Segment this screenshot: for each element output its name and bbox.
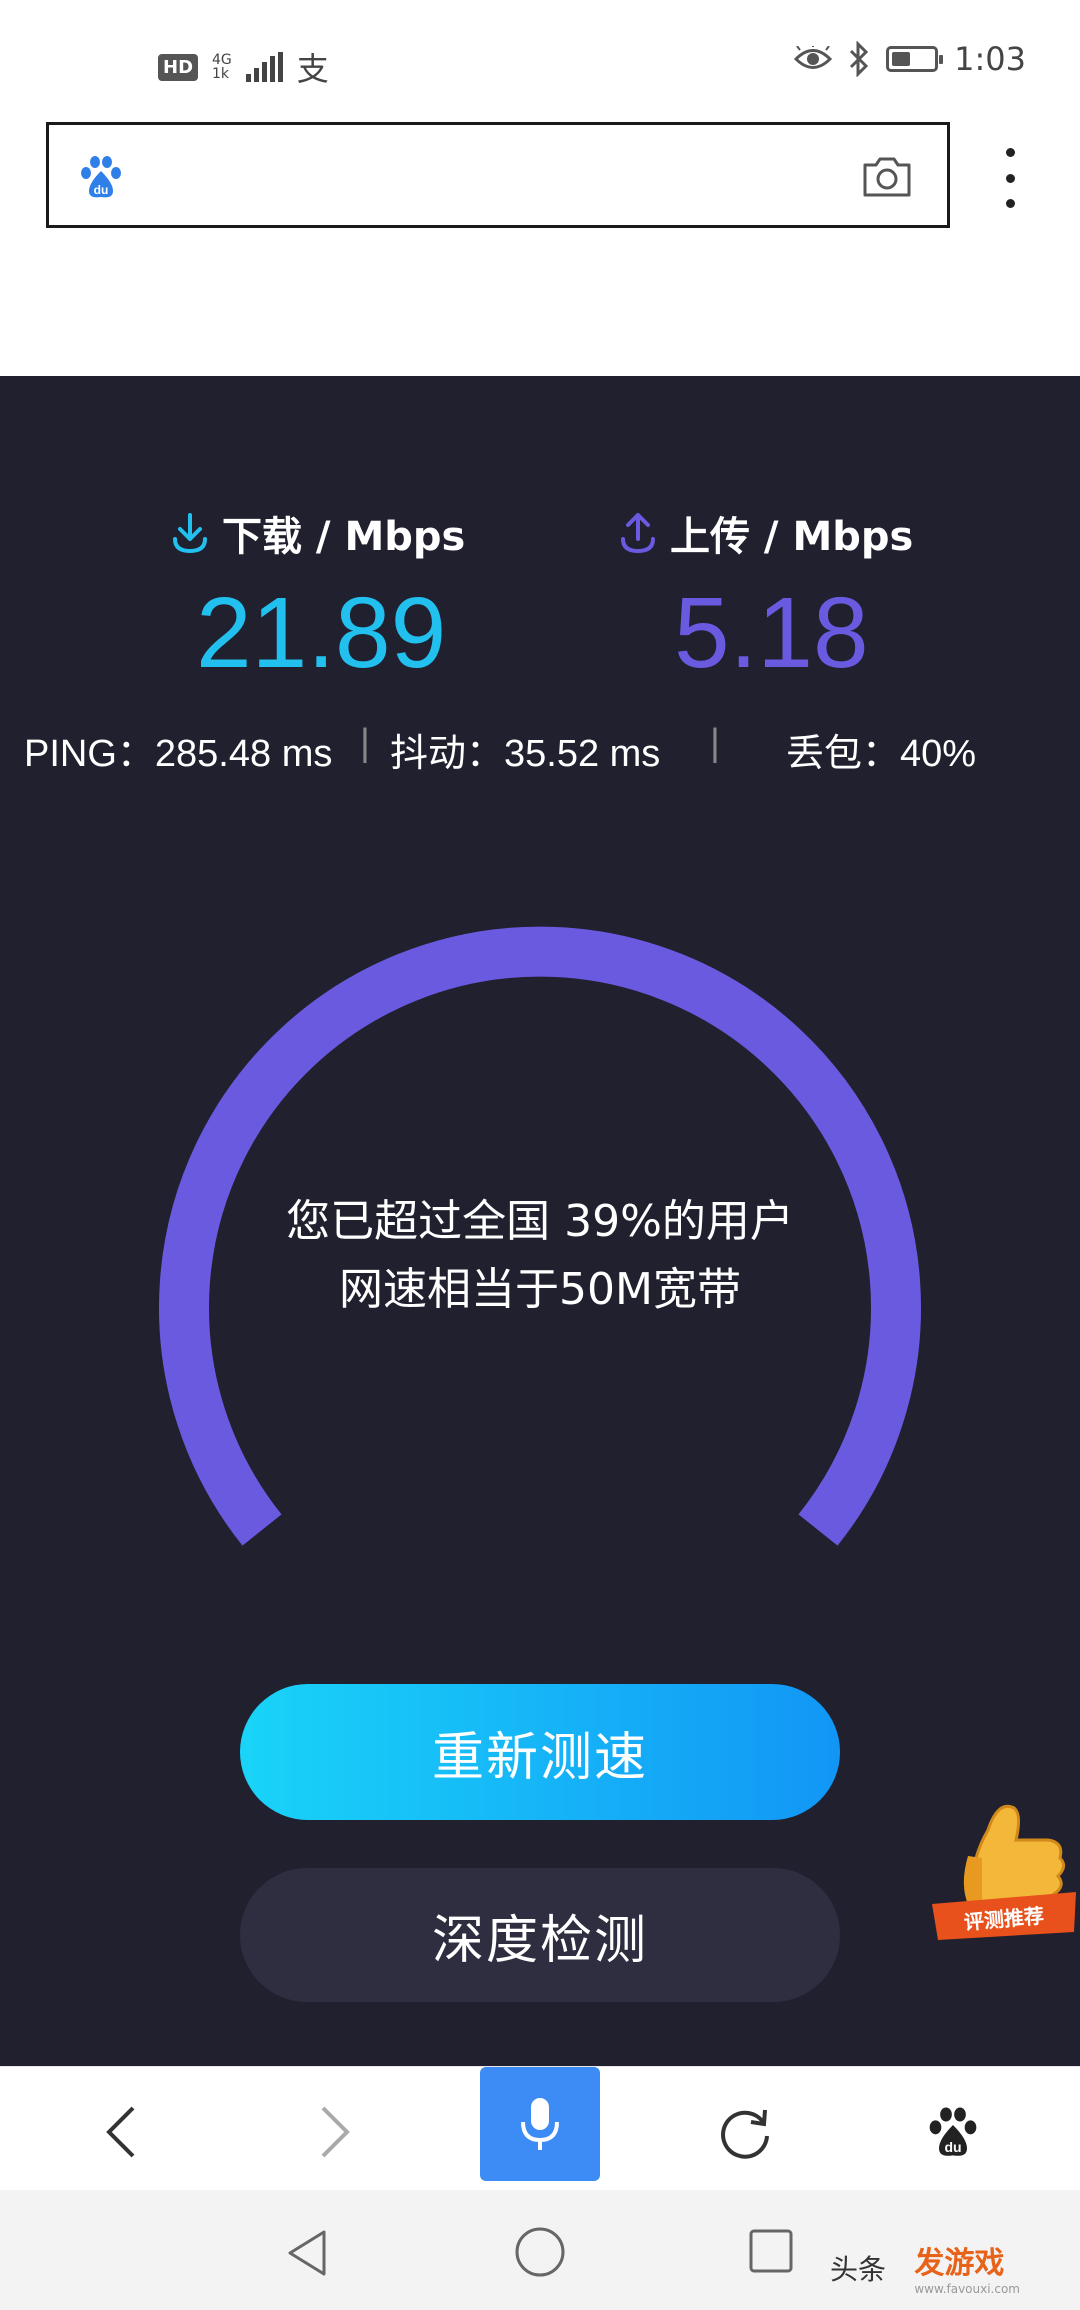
camera-icon[interactable] [861,153,913,201]
browser-toolbar: du [0,2066,1080,2191]
download-icon [173,513,207,554]
baidu-logo-text: du [94,183,109,197]
status-bar: HD 4G 1k 支 1:03 [0,0,1080,120]
network-type: 4G 1k [212,53,232,81]
clock: 1:03 [954,40,1026,78]
alipay-icon: 支 [296,50,329,88]
speed-test-panel: 下载 / Mbps 上传 / Mbps 21.89 5.18 PING：285.… [0,376,1080,2066]
status-right: 1:03 [794,40,1026,78]
battery-icon [886,46,944,72]
bluetooth-icon [850,41,869,77]
result-line-2: 网速相当于50M宽带 [339,1264,741,1315]
baidu-paw-icon: du [929,2107,977,2156]
address-bar[interactable]: du [46,122,950,228]
back-button[interactable] [66,2077,176,2187]
recommend-badge[interactable]: 评测推荐 [928,1800,1080,1950]
microphone-icon [521,2098,559,2150]
signal-icon [245,52,283,82]
nav-recents-icon[interactable] [748,2228,794,2274]
watermark: 发游戏 www.favouxi.com [914,2238,1020,2296]
upload-value: 5.18 [674,577,869,689]
nav-back-icon[interactable] [284,2228,330,2278]
download-label: 下载 / Mbps [222,514,466,560]
watermark-left-text: 头条 [830,2253,887,2286]
upload-label: 上传 / Mbps [670,514,914,560]
separator: | [710,722,720,764]
baidu-toolbar-text: du [944,2139,961,2155]
system-nav-bar: 头条 发游戏 www.favouxi.com [0,2190,1080,2310]
watermark-url: www.favouxi.com [914,2282,1020,2296]
baidu-home-button[interactable]: du [898,2077,1008,2187]
separator: | [360,722,370,764]
upload-icon [621,513,655,554]
upload-header: 上传 / Mbps [618,504,913,562]
forward-button[interactable] [280,2077,390,2187]
battery-fill [892,52,911,66]
watermark-logo: 发游戏 [914,2246,1005,2281]
result-line-1: 您已超过全国 39%的用户 [286,1196,794,1247]
refresh-button[interactable] [690,2077,800,2187]
deep-check-button[interactable]: 深度检测 [240,1868,840,2002]
download-value: 21.89 [196,577,447,689]
nav-home-icon[interactable] [514,2226,566,2278]
ping-stat: PING：285.48 ms [24,733,333,775]
chevron-right-icon [321,2106,350,2158]
voice-search-button[interactable] [480,2067,600,2181]
download-header: 下载 / Mbps [170,504,465,562]
network-sub-label: 1k [212,66,230,82]
retest-button[interactable]: 重新测速 [240,1684,840,1820]
status-left: HD 4G 1k 支 [158,44,329,90]
eye-icon [794,46,833,69]
result-text: 您已超过全国 39%的用户 网速相当于50M宽带 [0,1188,1080,1324]
packet-loss-stat: 丢包：40% [786,733,977,775]
more-menu-icon[interactable] [995,148,1025,208]
jitter-stat: 抖动：35.52 ms [390,733,661,775]
chevron-left-icon [106,2106,135,2158]
refresh-icon [721,2109,769,2159]
baidu-paw-icon[interactable]: du [77,153,125,201]
stats-row: PING：285.48 ms | 抖动：35.52 ms | 丢包：40% [24,722,1064,782]
hd-badge: HD [158,53,199,81]
